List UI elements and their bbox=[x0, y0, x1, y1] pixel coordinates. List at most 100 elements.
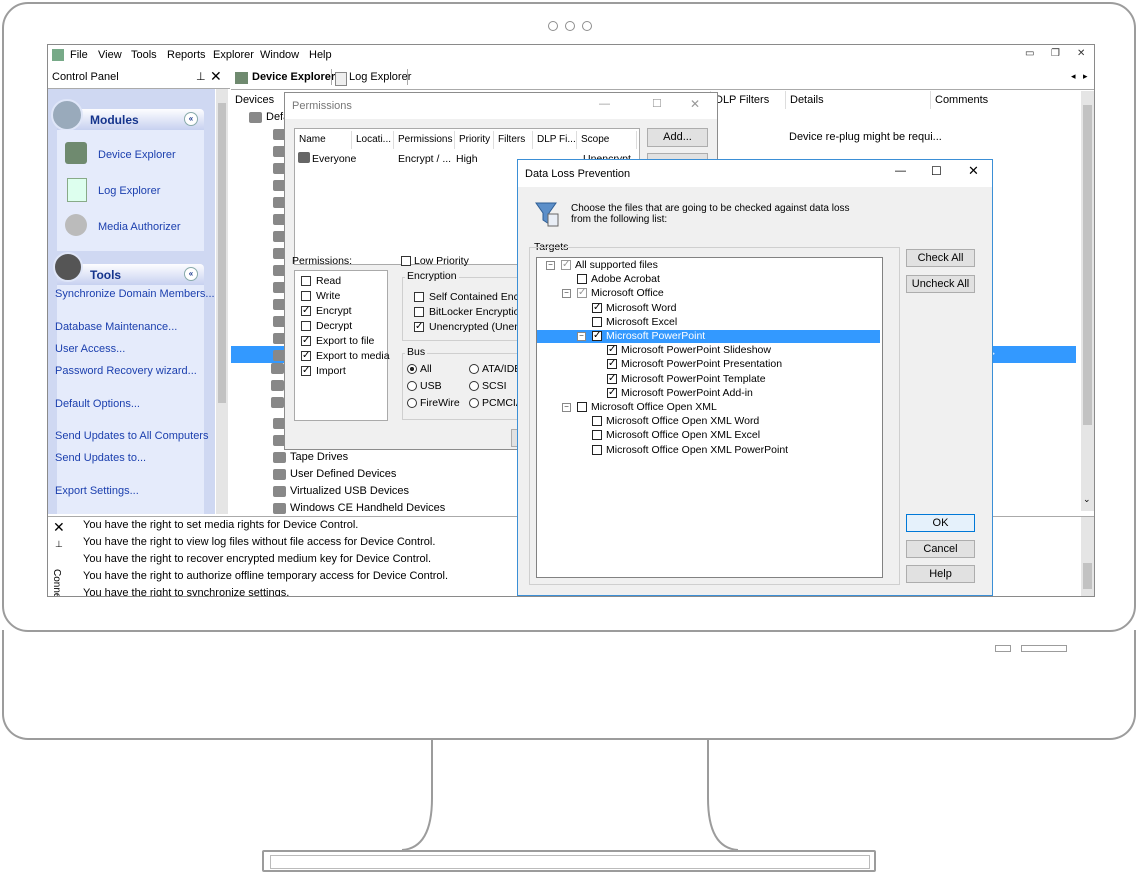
tool-link[interactable]: Export Settings... bbox=[55, 485, 139, 497]
menu-tools[interactable]: Tools bbox=[131, 49, 157, 61]
collapse-icon[interactable]: « bbox=[184, 112, 198, 126]
menu-file[interactable]: File bbox=[70, 49, 88, 61]
tool-link[interactable]: Database Maintenance... bbox=[55, 321, 177, 333]
collapse-icon[interactable]: « bbox=[184, 267, 198, 281]
tool-link[interactable]: Send Updates to... bbox=[55, 452, 146, 464]
bus-radio[interactable] bbox=[469, 364, 479, 374]
target-checkbox[interactable]: ✓ bbox=[561, 260, 571, 270]
tree-item[interactable]: Tape Drives bbox=[273, 451, 348, 463]
tree-item[interactable]: Virtualized USB Devices bbox=[273, 485, 409, 497]
target-checkbox[interactable]: ✓ bbox=[607, 359, 617, 370]
tab-log-explorer[interactable]: Log Explorer bbox=[349, 71, 411, 83]
tool-link[interactable]: Synchronize Domain Members... bbox=[55, 288, 215, 300]
maximize-icon[interactable]: ☐ bbox=[652, 97, 662, 110]
minimize-icon[interactable]: ▭ bbox=[1025, 48, 1034, 59]
target-checkbox[interactable]: ✓ bbox=[577, 288, 587, 299]
target-checkbox[interactable] bbox=[592, 316, 602, 327]
scroll-down-icon[interactable]: ⌄ bbox=[1083, 494, 1091, 505]
menu-window[interactable]: Window bbox=[260, 49, 299, 61]
perm-column-header[interactable]: DLP Fi... bbox=[533, 131, 577, 149]
minimize-icon[interactable]: — bbox=[895, 165, 906, 177]
menu-explorer[interactable]: Explorer bbox=[213, 49, 254, 61]
perm-column-header[interactable]: Scope bbox=[577, 131, 637, 149]
col-dlp-filters[interactable]: DLP Filters bbox=[711, 91, 786, 109]
encryption-checkbox[interactable]: ✓ bbox=[414, 322, 424, 332]
tool-link[interactable]: User Access... bbox=[55, 343, 125, 355]
tool-link[interactable]: Default Options... bbox=[55, 398, 140, 410]
menu-reports[interactable]: Reports bbox=[167, 49, 206, 61]
permission-checkbox[interactable]: ✓ bbox=[301, 306, 311, 316]
bus-radio[interactable] bbox=[407, 364, 417, 374]
collapse-icon[interactable]: − bbox=[562, 289, 571, 299]
bus-radio[interactable] bbox=[407, 381, 417, 391]
log-scrollbar[interactable] bbox=[1081, 517, 1094, 596]
permission-checkbox[interactable]: ✓ bbox=[301, 336, 311, 346]
tab-scroll-left-icon[interactable]: ◂ bbox=[1071, 71, 1076, 82]
target-checkbox[interactable] bbox=[592, 430, 602, 441]
close-icon[interactable]: ✕ bbox=[690, 97, 700, 111]
target-checkbox[interactable]: ✓ bbox=[607, 373, 617, 384]
permission-checkbox[interactable]: ✓ bbox=[301, 351, 311, 361]
col-details[interactable]: Details bbox=[786, 91, 931, 109]
grid-scrollbar[interactable]: ⌄ bbox=[1081, 91, 1094, 511]
perm-row-name[interactable]: Everyone bbox=[312, 153, 356, 165]
tool-link[interactable]: Send Updates to All Computers bbox=[55, 430, 208, 442]
modules-header[interactable]: Modules « bbox=[51, 99, 204, 131]
check-all-button[interactable]: Check All bbox=[906, 249, 975, 267]
target-checkbox[interactable] bbox=[592, 416, 602, 427]
collapse-icon[interactable]: − bbox=[577, 332, 586, 341]
close-icon[interactable]: ✕ bbox=[968, 163, 979, 179]
tools-header[interactable]: Tools « bbox=[53, 252, 204, 285]
col-comments[interactable]: Comments bbox=[931, 91, 1081, 109]
tree-item[interactable]: Windows CE Handheld Devices bbox=[273, 502, 445, 514]
close-icon[interactable]: ✕ bbox=[53, 519, 65, 536]
tool-link[interactable]: Password Recovery wizard... bbox=[55, 365, 197, 377]
permission-checkbox[interactable]: ✓ bbox=[301, 366, 311, 376]
permission-checkbox[interactable] bbox=[301, 321, 311, 331]
ok-button[interactable]: OK bbox=[906, 514, 975, 532]
encryption-checkbox[interactable] bbox=[414, 307, 424, 317]
menu-help[interactable]: Help bbox=[309, 49, 332, 61]
bus-radio[interactable] bbox=[469, 381, 479, 391]
perm-column-header[interactable]: Priority bbox=[455, 131, 494, 149]
collapse-icon[interactable]: − bbox=[546, 261, 555, 270]
help-button[interactable]: Help bbox=[906, 565, 975, 583]
module-device-explorer[interactable]: Device Explorer bbox=[98, 149, 176, 161]
target-checkbox[interactable]: ✓ bbox=[592, 302, 602, 313]
collapse-icon[interactable]: − bbox=[562, 403, 571, 412]
target-checkbox[interactable]: ✓ bbox=[592, 331, 602, 341]
pin-icon[interactable]: ⊥ bbox=[55, 539, 63, 550]
permission-checkbox[interactable] bbox=[301, 291, 311, 301]
tree-item[interactable]: User Defined Devices bbox=[273, 468, 396, 480]
perm-column-header[interactable]: Name bbox=[295, 131, 352, 149]
module-media-authorizer[interactable]: Media Authorizer bbox=[98, 221, 181, 233]
menu-view[interactable]: View bbox=[98, 49, 122, 61]
target-checkbox[interactable] bbox=[577, 274, 587, 285]
close-icon[interactable]: ✕ bbox=[1077, 48, 1085, 59]
minimize-icon[interactable]: — bbox=[599, 98, 610, 110]
selected-target-row[interactable] bbox=[537, 330, 880, 343]
low-priority-checkbox[interactable] bbox=[401, 256, 411, 266]
tab-device-explorer[interactable]: Device Explorer bbox=[252, 71, 335, 83]
permission-checkbox[interactable] bbox=[301, 276, 311, 286]
bus-radio[interactable] bbox=[407, 398, 417, 408]
maximize-icon[interactable]: ☐ bbox=[931, 164, 942, 178]
control-panel-scrollbar[interactable] bbox=[216, 89, 228, 514]
restore-icon[interactable]: ❐ bbox=[1051, 48, 1060, 59]
target-checkbox[interactable]: ✓ bbox=[607, 345, 617, 356]
add-button[interactable]: Add... bbox=[647, 128, 708, 147]
target-checkbox[interactable] bbox=[577, 402, 587, 412]
cancel-button[interactable]: Cancel bbox=[906, 540, 975, 558]
encryption-checkbox[interactable] bbox=[414, 292, 424, 302]
uncheck-all-button[interactable]: Uncheck All bbox=[906, 275, 975, 293]
perm-column-header[interactable]: Filters bbox=[494, 131, 533, 149]
pin-icon[interactable]: ⊥ bbox=[196, 70, 206, 83]
module-log-explorer[interactable]: Log Explorer bbox=[98, 185, 160, 197]
target-checkbox[interactable]: ✓ bbox=[607, 387, 617, 398]
target-checkbox[interactable] bbox=[592, 444, 602, 455]
perm-column-header[interactable]: Locati... bbox=[352, 131, 394, 149]
perm-column-header[interactable]: Permissions bbox=[394, 131, 455, 149]
close-icon[interactable]: ✕ bbox=[210, 68, 222, 85]
tab-scroll-right-icon[interactable]: ▸ bbox=[1083, 71, 1088, 82]
bus-radio[interactable] bbox=[469, 398, 479, 408]
